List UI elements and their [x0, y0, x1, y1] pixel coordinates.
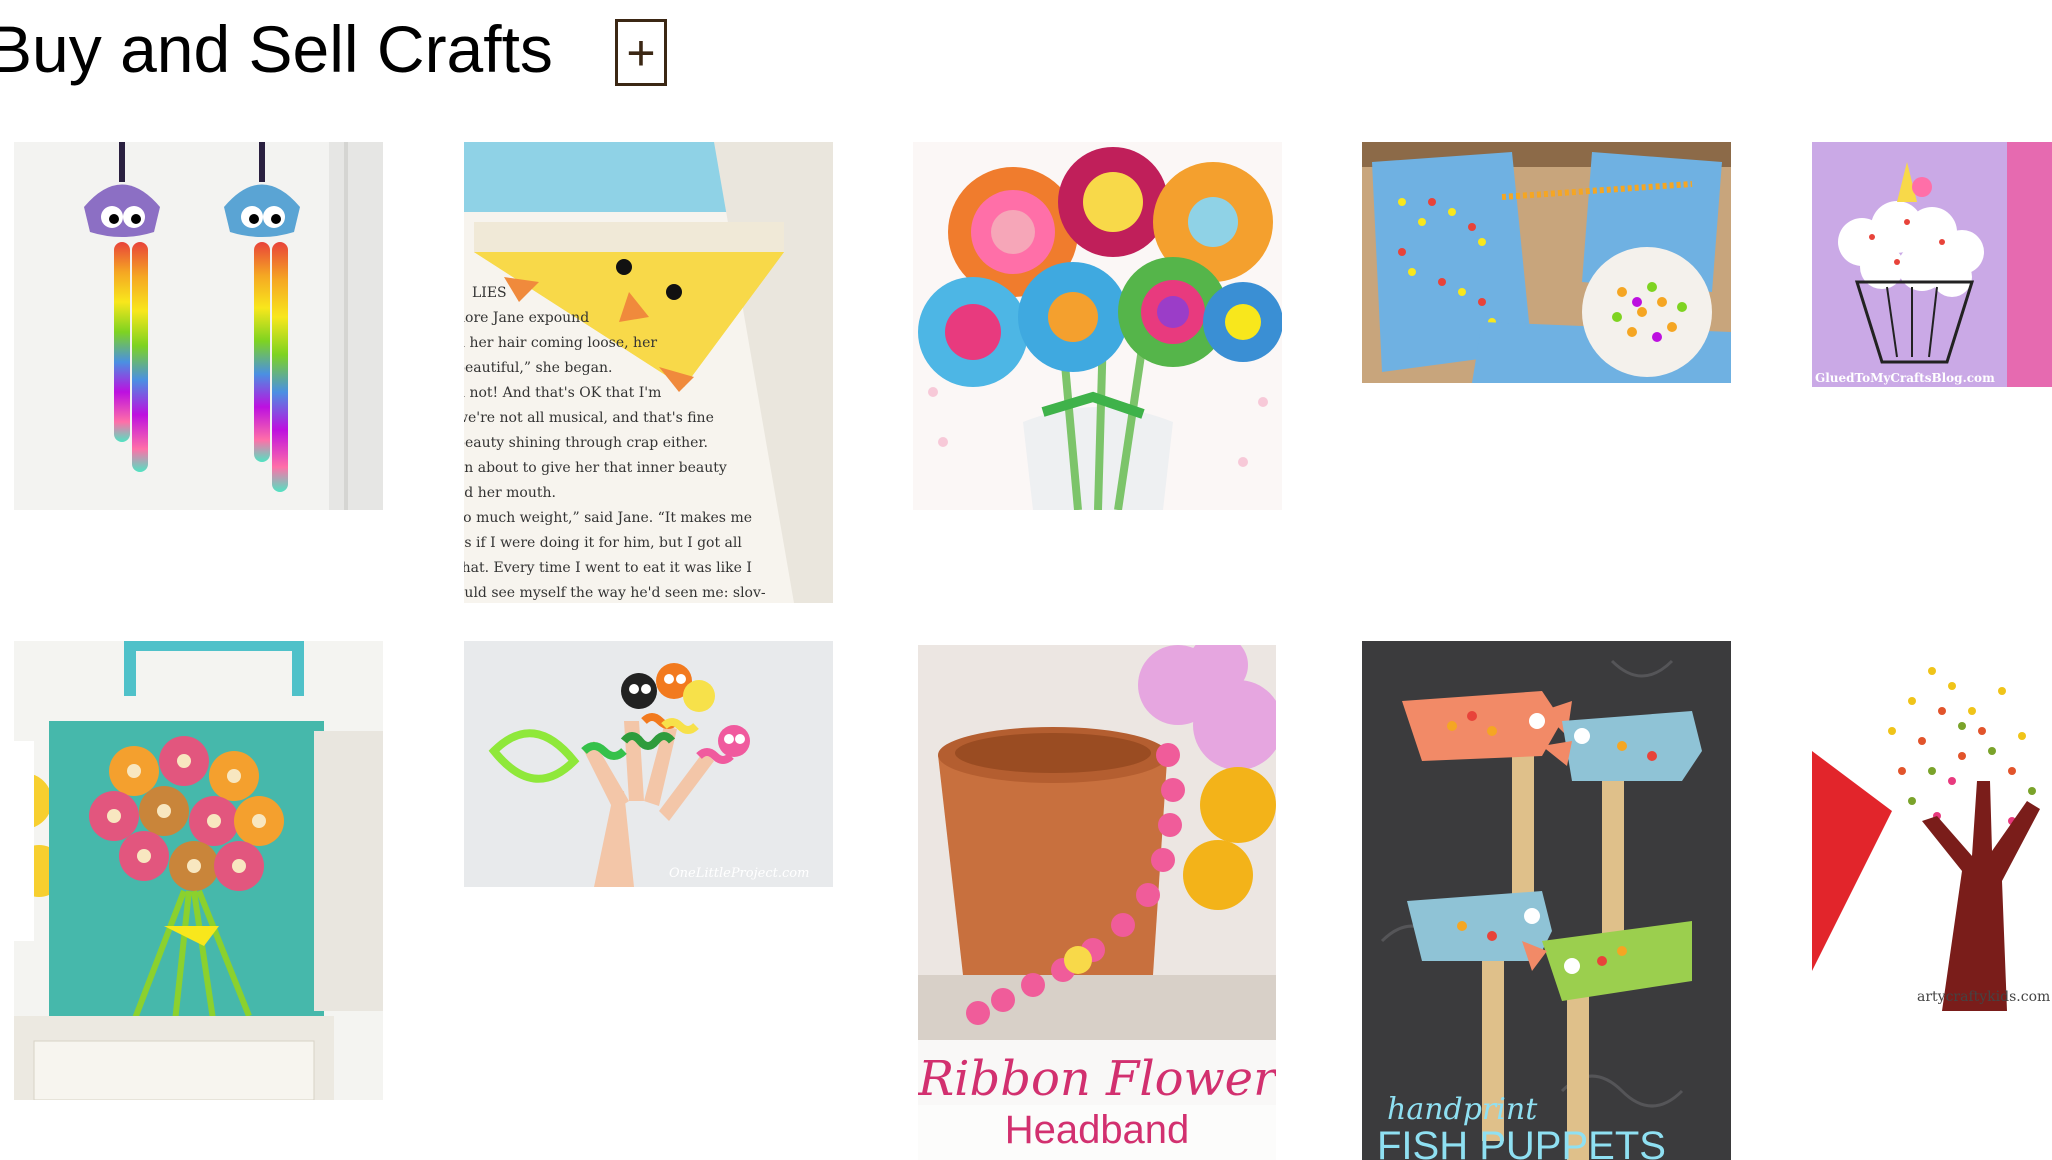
book-text-line: ould see myself the way he'd seen me: sl… — [464, 585, 766, 601]
image-tile-handprint-fish-puppets[interactable]: handprint FISH PUPPETS — [1362, 641, 1731, 1160]
book-text-line: beauty shining through crap either. — [464, 435, 708, 451]
jellyfish-craft-image — [14, 142, 383, 510]
book-text-line: we're not all musical, and that's fine — [464, 410, 714, 426]
book-text-line: en about to give her that inner beauty — [464, 460, 727, 476]
finger-puppets-image: OneLittleProject.com — [464, 641, 833, 887]
image-tile-cereal-counting-activity[interactable] — [1362, 142, 1731, 383]
fish-title-line1: handprint — [1387, 1092, 1538, 1127]
image-tile-egg-carton-flower-canvas[interactable] — [14, 641, 383, 1100]
book-text-line: as if I were doing it for him, but I got… — [464, 535, 742, 551]
book-text-line: ed her mouth. — [464, 485, 556, 501]
felt-flowers-image — [913, 142, 1282, 510]
book-text-line: nore Jane expound — [464, 310, 589, 326]
image-tile-pipe-cleaner-finger-puppets[interactable]: OneLittleProject.com — [464, 641, 833, 887]
image-tile-egg-carton-jellyfish[interactable] — [14, 142, 383, 510]
image-tile-unicorn-cupcake-craft[interactable]: GluedToMyCraftsBlog.com — [1812, 142, 2052, 387]
add-button[interactable]: + — [615, 19, 667, 86]
watermark: artycraftykids.com — [1917, 989, 2050, 1005]
book-text-line: n not! And that's OK that I'm — [464, 385, 661, 401]
book-text-line: LIES — [472, 285, 507, 301]
image-tile-felt-flower-bouquet[interactable] — [913, 142, 1282, 510]
fish-title-line2: FISH PUPPETS — [1377, 1124, 1666, 1160]
unicorn-cupcake-image: GluedToMyCraftsBlog.com — [1812, 142, 2052, 387]
cereal-activity-image — [1362, 142, 1731, 383]
chick-bookmark-image: LIES nore Jane expound h her hair coming… — [464, 142, 833, 603]
image-tile-fingerprint-tree-art[interactable]: artycraftykids.com — [1812, 641, 2052, 1011]
headband-title-line1: Ribbon Flower — [918, 1051, 1276, 1107]
book-text-line: beautiful,” she began. — [464, 360, 612, 376]
image-tile-chick-corner-bookmark[interactable]: LIES nore Jane expound h her hair coming… — [464, 142, 833, 603]
book-text-line: so much weight,” said Jane. “It makes me — [464, 510, 752, 526]
flower-canvas-image — [14, 641, 383, 1100]
fingerprint-tree-image: artycraftykids.com — [1812, 641, 2052, 1011]
watermark: OneLittleProject.com — [669, 866, 809, 881]
watermark: GluedToMyCraftsBlog.com — [1815, 371, 1995, 385]
ribbon-headband-image: Ribbon Flower Headband — [918, 645, 1276, 1160]
headband-title-line2: Headband — [1005, 1108, 1190, 1152]
book-text-line: that. Every time I went to eat it was li… — [464, 560, 752, 576]
image-tile-ribbon-flower-headband[interactable]: Ribbon Flower Headband — [918, 645, 1276, 1160]
page-title: Buy and Sell Crafts — [0, 12, 553, 86]
book-text-line: h her hair coming loose, her — [464, 335, 657, 351]
fish-puppets-image: handprint FISH PUPPETS — [1362, 641, 1731, 1160]
